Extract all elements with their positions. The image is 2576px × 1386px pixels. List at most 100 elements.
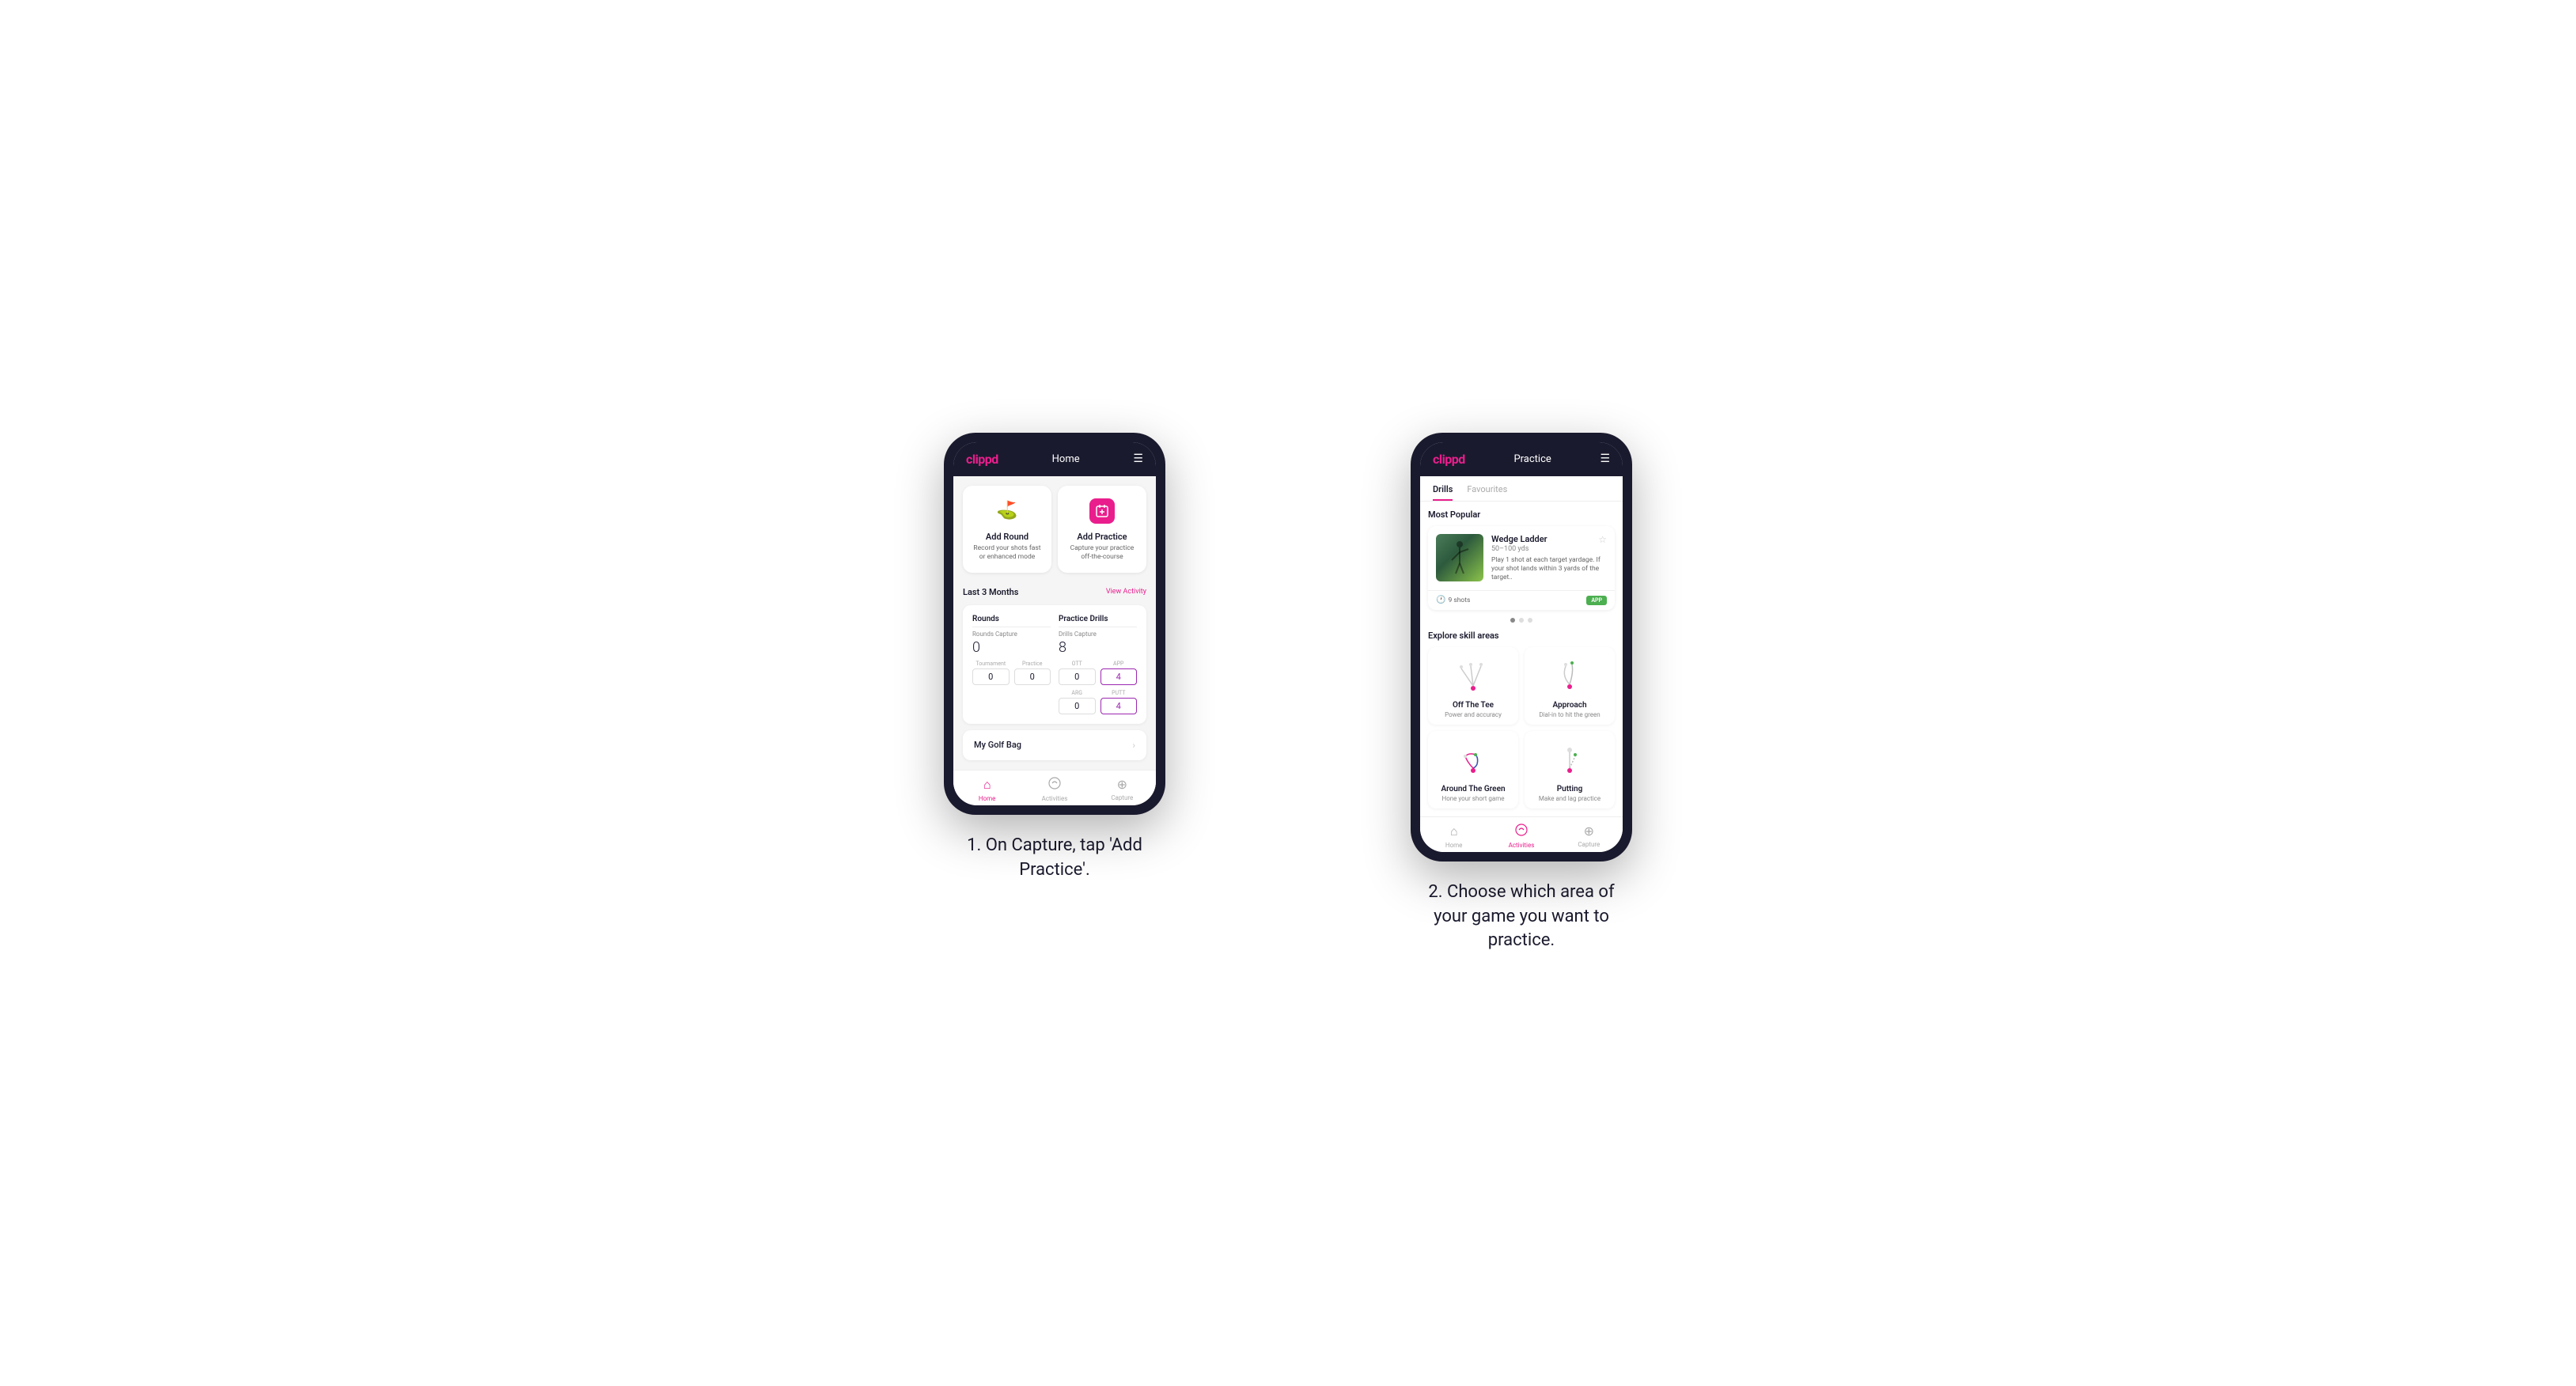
activities-label: Activities: [1042, 795, 1068, 802]
ott-stat: OTT 0: [1059, 661, 1096, 685]
featured-title: Wedge Ladder: [1491, 534, 1547, 544]
caption1: 1. On Capture, tap 'Add Practice'.: [944, 834, 1165, 883]
capture-icon: ⊕: [1117, 777, 1127, 792]
golf-bag-label: My Golf Bag: [974, 740, 1021, 750]
golfer-silhouette-svg: [1448, 538, 1472, 578]
drills-sub-stats-2: ARG 0 PUTT 4: [1059, 690, 1137, 714]
skill-visual-ott: [1453, 657, 1493, 696]
featured-card[interactable]: Wedge Ladder 50–100 yds ☆ Play 1 shot at…: [1428, 526, 1615, 610]
drills-col: Practice Drills Drills Capture 8 OTT 0: [1059, 615, 1137, 714]
menu-icon-2[interactable]: ☰: [1600, 453, 1610, 465]
nav-capture[interactable]: ⊕ Capture: [1089, 777, 1156, 802]
calendar-plus-svg: [1095, 504, 1109, 518]
phone2-header: clippd Practice ☰: [1420, 442, 1623, 476]
skill-visual-putting: [1550, 740, 1589, 780]
dot-2: [1519, 618, 1524, 623]
featured-card-inner: Wedge Ladder 50–100 yds ☆ Play 1 shot at…: [1428, 526, 1615, 590]
dot-1: [1510, 618, 1515, 623]
skill-name-putting: Putting: [1557, 785, 1583, 793]
arg-value: 0: [1059, 698, 1096, 714]
skill-card-putting[interactable]: Putting Make and lag practice: [1525, 731, 1615, 808]
clippd-logo: clippd: [966, 452, 998, 467]
caption2: 2. Choose which area of your game you wa…: [1411, 880, 1632, 953]
practice-header-title: Practice: [1513, 453, 1551, 465]
skill-card-atg[interactable]: Around The Green Hone your short game: [1428, 731, 1518, 808]
nav-home-2[interactable]: ⌂ Home: [1420, 824, 1487, 849]
add-round-icon: ⛳: [993, 497, 1021, 525]
dot-3: [1528, 618, 1532, 623]
home-icon-2: ⌂: [1450, 824, 1458, 839]
nav-activities[interactable]: Activities: [1021, 777, 1088, 802]
activities-active-svg: [1515, 824, 1528, 836]
featured-yds: 50–100 yds: [1491, 545, 1547, 553]
phone2-frame: clippd Practice ☰ Drills Favourites Most…: [1411, 433, 1632, 862]
putt-label: PUTT: [1100, 690, 1138, 696]
phone2-screen: clippd Practice ☰ Drills Favourites Most…: [1420, 442, 1623, 852]
activities-icon: [1048, 777, 1061, 793]
featured-desc: Play 1 shot at each target yardage. If y…: [1491, 556, 1607, 582]
nav-capture-2[interactable]: ⊕ Capture: [1555, 824, 1623, 849]
phone1-bottom-nav: ⌂ Home Activities ⊕: [953, 770, 1156, 805]
phone1-screen: clippd Home ☰ ⛳ Add Round Reco: [953, 442, 1156, 805]
skill-visual-atg: [1453, 740, 1493, 780]
practice-scroll: Most Popular: [1420, 502, 1623, 816]
nav-activities-2[interactable]: Activities: [1487, 824, 1555, 849]
skill-card-approach[interactable]: Approach Dial-in to hit the green: [1525, 647, 1615, 725]
add-round-desc: Record your shots fast or enhanced mode: [971, 544, 1044, 562]
phone2-bottom-nav: ⌂ Home Activities ⊕: [1420, 816, 1623, 852]
skill-name-approach: Approach: [1552, 701, 1586, 710]
capture-icon-2: ⊕: [1584, 824, 1594, 839]
tournament-value: 0: [972, 668, 1010, 685]
arg-label: ARG: [1059, 690, 1096, 696]
app-stat: APP 4: [1100, 661, 1138, 685]
skill-card-off-the-tee[interactable]: Off The Tee Power and accuracy: [1428, 647, 1518, 725]
capture-label: Capture: [1111, 794, 1133, 801]
app-label: APP: [1100, 661, 1138, 667]
arg-stat: ARG 0: [1059, 690, 1096, 714]
skill-name-atg: Around The Green: [1441, 785, 1505, 793]
tab-drills[interactable]: Drills: [1433, 476, 1464, 501]
tab-favourites[interactable]: Favourites: [1467, 476, 1518, 501]
stats-section-header: Last 3 Months View Activity: [963, 582, 1146, 605]
app-badge: APP: [1586, 596, 1607, 605]
tournament-label: Tournament: [972, 661, 1010, 667]
activities-svg: [1048, 777, 1061, 790]
rounds-capture-label: Rounds Capture: [972, 631, 1051, 638]
ott-value: 0: [1059, 668, 1096, 685]
menu-icon[interactable]: ☰: [1133, 453, 1143, 465]
view-activity-link[interactable]: View Activity: [1106, 588, 1146, 596]
drills-capture-label: Drills Capture: [1059, 631, 1137, 638]
skill-desc-atg: Hone your short game: [1441, 795, 1504, 802]
add-practice-icon-wrapper: [1088, 497, 1116, 525]
clock-icon: 🕐: [1436, 596, 1445, 604]
featured-info: Wedge Ladder 50–100 yds ☆ Play 1 shot at…: [1491, 534, 1607, 582]
add-practice-card[interactable]: Add Practice Capture your practice off-t…: [1058, 486, 1146, 573]
home-icon: ⌂: [983, 777, 991, 793]
skill-desc-ott: Power and accuracy: [1445, 711, 1502, 718]
star-icon[interactable]: ☆: [1598, 534, 1607, 545]
skill-desc-approach: Dial-in to hit the green: [1539, 711, 1600, 718]
stats-card: Rounds Rounds Capture 0 Tournament 0: [963, 605, 1146, 724]
add-round-card[interactable]: ⛳ Add Round Record your shots fast or en…: [963, 486, 1051, 573]
home-content: ⛳ Add Round Record your shots fast or en…: [953, 476, 1156, 770]
golf-bag-row[interactable]: My Golf Bag ›: [963, 730, 1146, 760]
skill-desc-putting: Make and lag practice: [1539, 795, 1601, 802]
featured-footer: 🕐 9 shots APP: [1428, 590, 1615, 610]
approach-diagram-svg: [1550, 657, 1589, 696]
skill-grid: Off The Tee Power and accuracy: [1428, 647, 1615, 808]
activities-icon-2: [1515, 824, 1528, 839]
period-label: Last 3 Months: [963, 587, 1018, 597]
app-value: 4: [1100, 668, 1138, 685]
putt-value: 4: [1100, 698, 1138, 714]
chevron-right-icon: ›: [1132, 740, 1135, 751]
skill-name-ott: Off The Tee: [1453, 701, 1494, 710]
add-practice-title: Add Practice: [1077, 532, 1127, 542]
capture-label-2: Capture: [1578, 841, 1600, 848]
nav-home[interactable]: ⌂ Home: [953, 777, 1021, 802]
ott-label: OTT: [1059, 661, 1096, 667]
drills-sub-stats: OTT 0 APP 4: [1059, 661, 1137, 685]
home-label-2: Home: [1445, 842, 1463, 849]
skill-visual-approach: [1550, 657, 1589, 696]
rounds-col: Rounds Rounds Capture 0 Tournament 0: [972, 615, 1051, 714]
add-practice-desc: Capture your practice off-the-course: [1066, 544, 1138, 562]
